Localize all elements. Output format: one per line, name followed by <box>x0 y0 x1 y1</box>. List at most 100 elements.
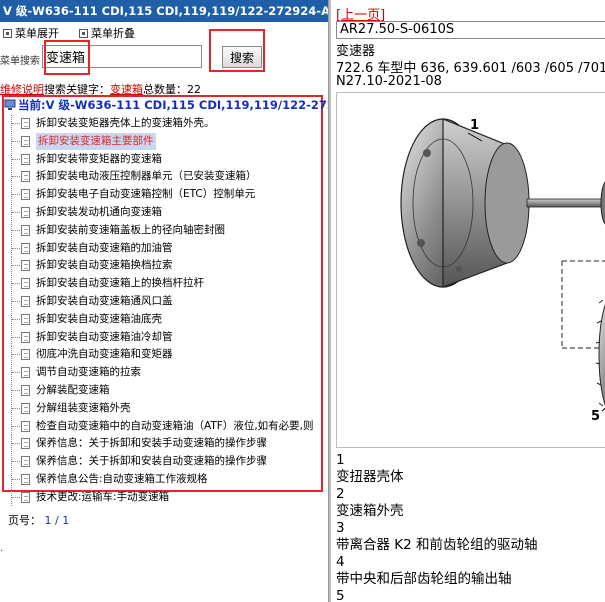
tree-connector <box>11 471 21 488</box>
vehicle-title-bar: V 级-W636-111 CDI,115 CDI,119,119/122-272… <box>0 0 328 22</box>
gear-set-part <box>595 299 605 407</box>
document-icon <box>21 474 30 485</box>
tree-item-label[interactable]: 拆卸安装带变矩器的变速箱 <box>36 151 162 168</box>
tree-item-label[interactable]: 拆卸安装发动机通向变速箱 <box>36 204 162 221</box>
tree-connector <box>11 257 21 275</box>
tree-connector <box>11 115 21 132</box>
tree-connector <box>11 328 21 346</box>
left-pane: V 级-W636-111 CDI,115 CDI,119,119/122-272… <box>0 0 328 602</box>
tree-root-label: 当前:V 级-W636-111 CDI,115 CDI,119,119/122-… <box>18 98 328 112</box>
collapse-checkbox-icon[interactable] <box>79 29 88 38</box>
legend-text: 变速箱外壳 <box>336 503 404 519</box>
document-icon <box>21 349 30 361</box>
pager-value[interactable]: 1 / 1 <box>45 514 70 527</box>
legend-number: 3 <box>336 520 345 536</box>
search-result-summary: 维修说明搜索关键字：变速箱总数量：22 <box>0 81 201 97</box>
result-category-link[interactable]: 维修说明 <box>0 83 44 96</box>
tree-item-label[interactable]: 拆卸安装变速箱主要部件 <box>36 132 156 150</box>
tree-connector <box>11 417 21 435</box>
document-icon <box>21 171 30 183</box>
tree-item-label[interactable]: 保养信息公告:自动变速箱工作液规格 <box>36 471 208 488</box>
bottom-link[interactable]: . <box>0 543 3 554</box>
tree-connector <box>11 221 21 239</box>
document-icon <box>21 331 30 343</box>
document-icon <box>21 491 30 503</box>
tree-connector <box>11 293 21 310</box>
document-icon <box>21 367 30 379</box>
tree-item-label[interactable]: 技术更改:运输车:手动变速箱 <box>36 489 169 506</box>
result-keyword-label: 搜索关键字： <box>44 83 110 96</box>
search-button[interactable]: 搜索 <box>222 46 262 68</box>
pager-label: 页号： <box>8 514 41 527</box>
tree-connector <box>11 382 21 399</box>
document-icon <box>21 189 30 201</box>
callout-1: 1 <box>470 118 479 133</box>
tree-connector <box>11 239 21 257</box>
tree-item-label[interactable]: 分解组装变速箱外壳 <box>36 400 131 417</box>
result-count: 22 <box>187 83 201 96</box>
transmission-figure: 1 5 <box>336 92 605 448</box>
document-icon <box>21 207 30 218</box>
tree-connector <box>11 399 21 417</box>
document-icon <box>21 224 30 236</box>
tree-connector <box>11 204 21 221</box>
tree-item-label[interactable]: 检查自动变速箱中的自动变速箱油（ATF）液位,如有必要,则 <box>36 418 314 435</box>
legend-text: 带中央和后部齿轮组的输出轴 <box>336 571 512 587</box>
menu-collapse-option[interactable]: 菜单折叠 <box>79 27 135 41</box>
tree-connector <box>11 453 21 471</box>
tree-connector <box>11 488 21 506</box>
tree-item-label[interactable]: 拆卸安装变矩器壳体上的变速箱外壳。 <box>36 115 215 132</box>
tree-item-label[interactable]: 拆卸安装自动变速箱换档拉索 <box>36 257 173 274</box>
tree-connector <box>11 150 21 168</box>
search-input[interactable] <box>42 45 202 68</box>
legend-text: 变扭器壳体 <box>336 469 404 485</box>
legend-number: 5 <box>336 588 345 602</box>
pane-splitter[interactable] <box>328 0 331 602</box>
tree-item-label[interactable]: 保养信息：关于拆卸和安装手动变速箱的操作步骤 <box>36 435 267 452</box>
tree-connector <box>11 346 21 364</box>
document-icon <box>21 438 30 450</box>
document-icon <box>21 313 30 325</box>
legend-number: 2 <box>336 486 345 502</box>
document-icon <box>21 296 30 307</box>
tree-item-label[interactable]: 拆卸安装电子自动变速箱控制（ETC）控制单元 <box>36 186 255 203</box>
transmission-drawing: 1 5 <box>400 118 605 424</box>
document-icon <box>21 420 30 432</box>
menu-expand-label: 菜单展开 <box>15 27 59 40</box>
tree-item-label[interactable]: 拆卸安装自动变速箱通风口盖 <box>36 293 173 310</box>
document-icon <box>21 260 30 272</box>
document-icon <box>21 118 30 129</box>
document-icon <box>21 385 30 396</box>
document-reference: N27.10-2021-08 <box>336 74 442 89</box>
result-keyword: 变速箱 <box>110 83 143 96</box>
document-icon <box>21 242 30 254</box>
tree-connector <box>11 186 21 204</box>
menu-expand-option[interactable]: 菜单展开 <box>3 27 59 41</box>
computer-icon <box>4 99 16 110</box>
document-icon <box>21 402 30 414</box>
input-shaft-part <box>526 198 605 208</box>
tree-item-label[interactable]: 拆卸安装前变速箱盖板上的径向轴密封圈 <box>36 222 225 239</box>
result-count-label: 总数量： <box>143 83 187 96</box>
tree-item-label[interactable]: 拆卸安装自动变速箱油冷却管 <box>36 329 173 346</box>
expand-checkbox-icon[interactable] <box>3 29 12 38</box>
bell-housing-part <box>400 118 530 288</box>
legend-number: 4 <box>336 554 345 570</box>
tree-item-label[interactable]: 彻底冲洗自动变速箱和变矩器 <box>36 346 173 363</box>
tree-item-label[interactable]: 分解装配变速箱 <box>36 382 110 399</box>
legend-number: 1 <box>336 452 345 468</box>
legend-text: 带离合器 K2 和前齿轮组的驱动轴 <box>336 537 538 553</box>
document-icon <box>21 135 30 147</box>
callout-5: 5 <box>591 409 600 424</box>
tree-item-label[interactable]: 保养信息：关于拆卸和安装自动变速箱的操作步骤 <box>36 453 267 470</box>
tree-connector <box>11 435 21 453</box>
tree-connector <box>11 364 21 382</box>
tree-item-label[interactable]: 调节自动变速箱的拉索 <box>36 364 141 381</box>
tree-root[interactable]: 当前:V 级-W636-111 CDI,115 CDI,119,119/122-… <box>4 97 328 113</box>
document-icon <box>21 456 30 468</box>
tree-item-label[interactable]: 拆卸安装电动液压控制器单元（已安装变速箱） <box>36 168 257 185</box>
tree-item-label[interactable]: 拆卸安装自动变速箱上的换档杆拉杆 <box>36 275 204 292</box>
tree-item-label[interactable]: 拆卸安装自动变速箱油底壳 <box>36 311 162 328</box>
tree-item-label[interactable]: 拆卸安装自动变速箱的加油管 <box>36 240 173 257</box>
tree-connector <box>11 275 21 293</box>
